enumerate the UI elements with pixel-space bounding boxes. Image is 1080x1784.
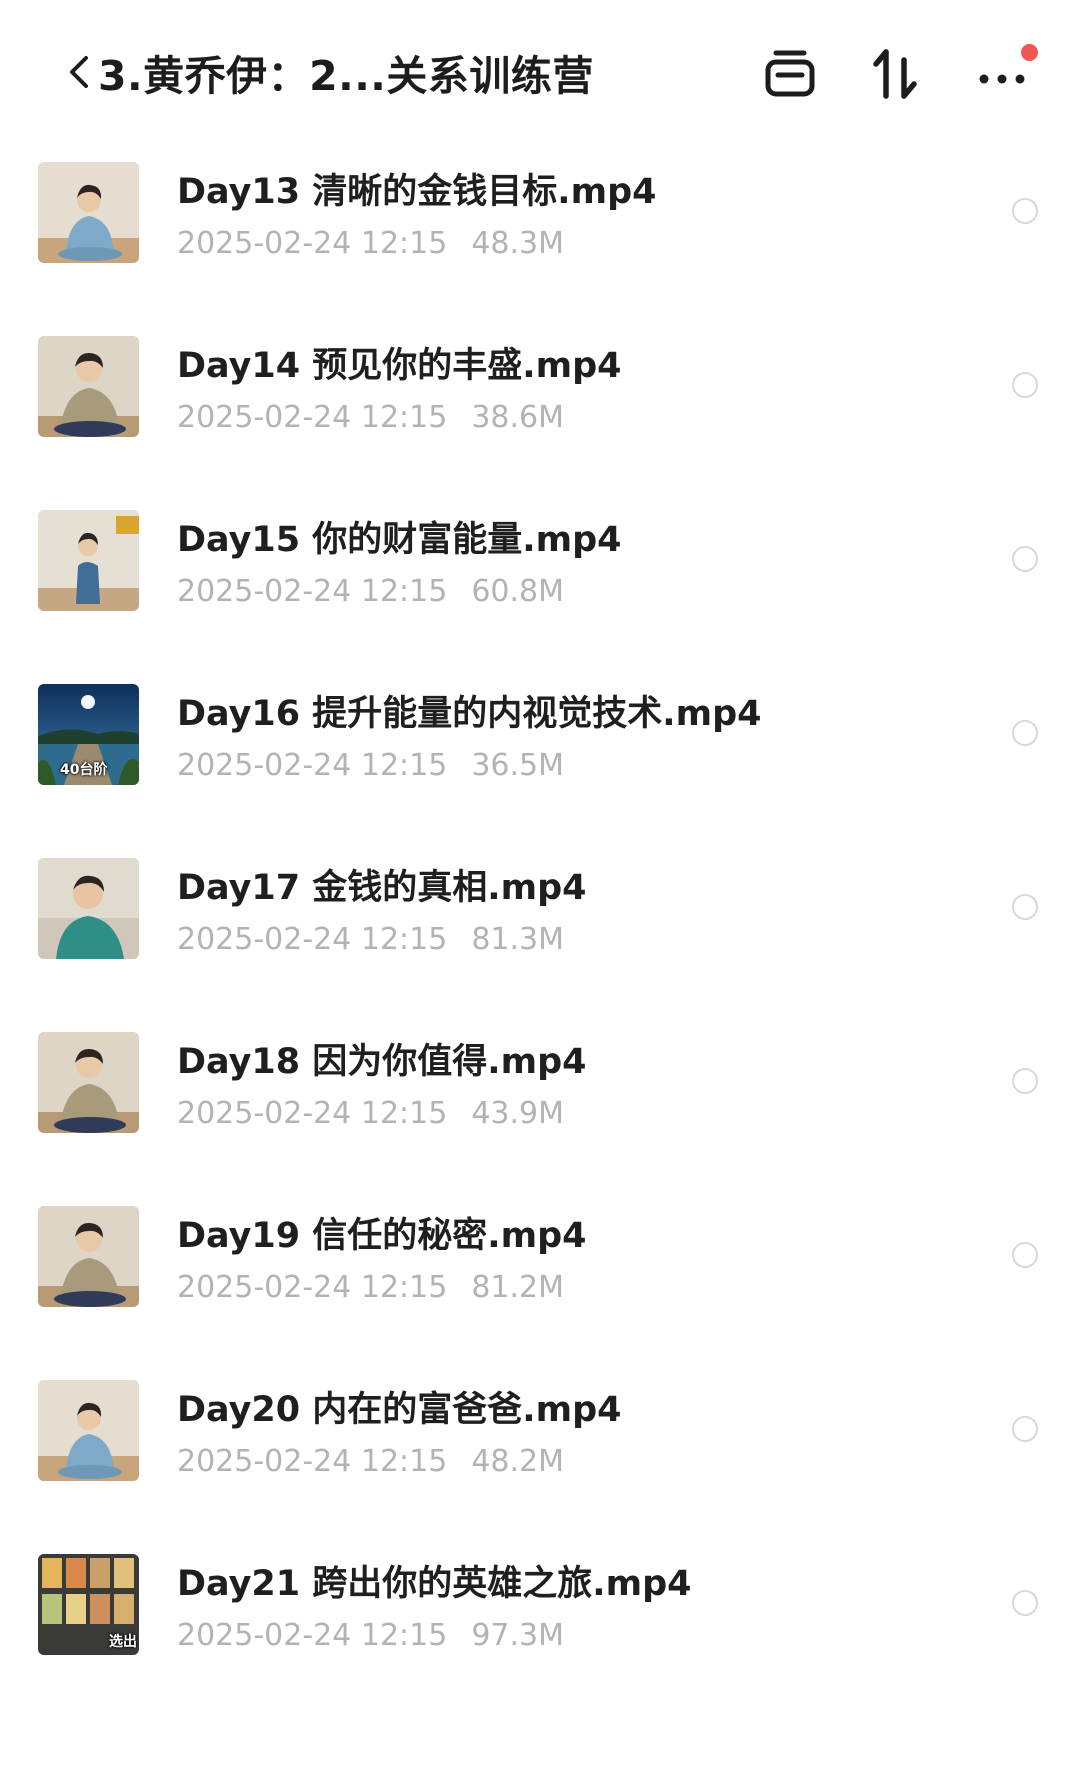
file-meta: 2025-02-24 12:15 60.8M bbox=[177, 572, 564, 612]
file-meta: 2025-02-24 12:15 81.2M bbox=[177, 1268, 564, 1308]
select-radio[interactable] bbox=[1012, 1242, 1038, 1268]
file-name: Day17 金钱的真相.mp4 bbox=[177, 868, 587, 908]
thumbnail-image bbox=[38, 336, 139, 437]
file-list-screen: 2025-02-24 12:1561.3MDay13 清晰的金钱目标.mp420… bbox=[0, 0, 1080, 1784]
video-thumbnail bbox=[38, 510, 139, 611]
video-thumbnail bbox=[38, 162, 139, 263]
file-date: 2025-02-24 12:15 bbox=[177, 922, 448, 957]
file-date: 2025-02-24 12:15 bbox=[177, 1270, 448, 1305]
video-thumbnail bbox=[38, 1380, 139, 1481]
select-radio[interactable] bbox=[1012, 372, 1038, 398]
file-row[interactable]: 40台阶 Day16 提升能量的内视觉技术.mp4 2025-02-24 12:15… bbox=[0, 638, 1080, 812]
file-date: 2025-02-24 12:15 bbox=[177, 574, 448, 609]
notification-dot bbox=[1021, 44, 1038, 61]
select-radio[interactable] bbox=[1012, 1068, 1038, 1094]
file-date: 2025-02-24 12:15 bbox=[177, 1618, 448, 1653]
back-button[interactable]: 3.黄乔伊：2...关系训练营 bbox=[66, 42, 594, 102]
file-size: 48.3M bbox=[471, 226, 565, 261]
file-date: 2025-02-24 12:15 bbox=[177, 1096, 448, 1131]
file-name: Day20 内在的富爸爸.mp4 bbox=[177, 1390, 622, 1430]
thumbnail-image bbox=[38, 1380, 139, 1481]
file-row[interactable]: Day17 金钱的真相.mp4 2025-02-24 12:15 81.3M bbox=[0, 812, 1080, 986]
thumbnail-caption: 40台阶 bbox=[60, 762, 108, 778]
sort-icon bbox=[873, 49, 917, 99]
file-meta: 2025-02-24 12:15 81.3M bbox=[177, 920, 564, 960]
thumbnail-image bbox=[38, 858, 139, 959]
file-row[interactable]: Day20 内在的富爸爸.mp4 2025-02-24 12:15 48.2M bbox=[0, 1334, 1080, 1508]
page-title: 3.黄乔伊：2...关系训练营 bbox=[98, 52, 594, 100]
file-meta: 2025-02-24 12:15 97.3M bbox=[177, 1616, 564, 1656]
file-name: Day21 跨出你的英雄之旅.mp4 bbox=[177, 1564, 692, 1604]
select-radio[interactable] bbox=[1012, 198, 1038, 224]
thumbnail-image bbox=[38, 1206, 139, 1307]
file-name: Day16 提升能量的内视觉技术.mp4 bbox=[177, 694, 762, 734]
select-radio[interactable] bbox=[1012, 1590, 1038, 1616]
file-meta: 2025-02-24 12:15 48.3M bbox=[177, 224, 564, 264]
file-date: 2025-02-24 12:15 bbox=[177, 748, 448, 783]
top-nav-bar: 3.黄乔伊：2...关系训练营 bbox=[0, 0, 1080, 150]
file-date: 2025-02-24 12:15 bbox=[177, 1444, 448, 1479]
file-size: 81.3M bbox=[471, 922, 565, 957]
select-all-button[interactable] bbox=[758, 42, 822, 106]
video-thumbnail bbox=[38, 1032, 139, 1133]
thumbnail-image bbox=[38, 162, 139, 263]
file-name: Day13 清晰的金钱目标.mp4 bbox=[177, 172, 657, 212]
file-name: Day18 因为你值得.mp4 bbox=[177, 1042, 587, 1082]
select-radio[interactable] bbox=[1012, 1416, 1038, 1442]
video-thumbnail: 40台阶 bbox=[38, 684, 139, 785]
video-thumbnail bbox=[38, 336, 139, 437]
file-meta: 2025-02-24 12:15 48.2M bbox=[177, 1442, 564, 1482]
file-date: 2025-02-24 12:15 bbox=[177, 400, 448, 435]
video-thumbnail: 选出 bbox=[38, 1554, 139, 1655]
file-size: 81.2M bbox=[471, 1270, 565, 1305]
select-all-icon bbox=[765, 50, 815, 97]
file-row[interactable]: Day19 信任的秘密.mp4 2025-02-24 12:15 81.2M bbox=[0, 1160, 1080, 1334]
thumbnail-caption: 选出 bbox=[109, 1634, 137, 1650]
file-size: 36.5M bbox=[471, 748, 565, 783]
file-size: 43.9M bbox=[471, 1096, 565, 1131]
more-icon bbox=[979, 74, 1025, 84]
thumbnail-image bbox=[38, 510, 139, 611]
file-size: 60.8M bbox=[471, 574, 565, 609]
file-meta: 2025-02-24 12:15 43.9M bbox=[177, 1094, 564, 1134]
sort-button[interactable] bbox=[862, 42, 926, 106]
video-thumbnail bbox=[38, 1206, 139, 1307]
video-thumbnail bbox=[38, 858, 139, 959]
file-row[interactable]: Day15 你的财富能量.mp4 2025-02-24 12:15 60.8M bbox=[0, 464, 1080, 638]
file-date: 2025-02-24 12:15 bbox=[177, 226, 448, 261]
file-size: 48.2M bbox=[471, 1444, 565, 1479]
file-meta: 2025-02-24 12:15 36.5M bbox=[177, 746, 564, 786]
file-row[interactable]: Day18 因为你值得.mp4 2025-02-24 12:15 43.9M bbox=[0, 986, 1080, 1160]
file-meta: 2025-02-24 12:15 38.6M bbox=[177, 398, 564, 438]
file-size: 97.3M bbox=[471, 1618, 565, 1653]
select-radio[interactable] bbox=[1012, 720, 1038, 746]
select-radio[interactable] bbox=[1012, 894, 1038, 920]
file-name: Day19 信任的秘密.mp4 bbox=[177, 1216, 587, 1256]
chevron-left-icon bbox=[70, 56, 88, 88]
thumbnail-image bbox=[38, 1032, 139, 1133]
file-size: 38.6M bbox=[471, 400, 565, 435]
more-button[interactable] bbox=[966, 42, 1038, 106]
select-radio[interactable] bbox=[1012, 546, 1038, 572]
file-row[interactable]: 选出 Day21 跨出你的英雄之旅.mp4 2025-02-24 12:15 97.3… bbox=[0, 1508, 1080, 1682]
file-row[interactable]: Day14 预见你的丰盛.mp4 2025-02-24 12:15 38.6M bbox=[0, 290, 1080, 464]
file-name: Day15 你的财富能量.mp4 bbox=[177, 520, 622, 560]
file-name: Day14 预见你的丰盛.mp4 bbox=[177, 346, 622, 386]
